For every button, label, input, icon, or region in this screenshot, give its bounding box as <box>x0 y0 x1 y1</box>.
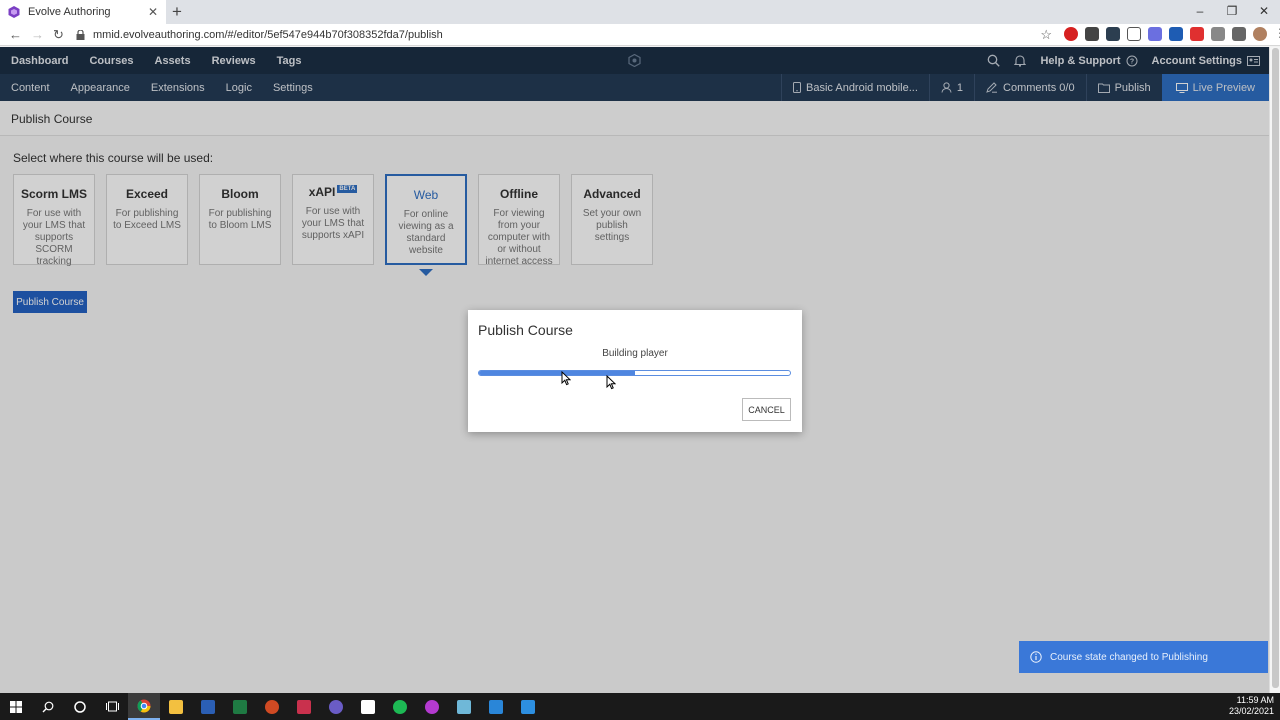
url-field[interactable]: mmid.evolveauthoring.com/#/editor/5ef547… <box>76 26 1066 44</box>
app-icon[interactable] <box>448 693 480 720</box>
cortana-icon[interactable] <box>64 693 96 720</box>
scrollbar-thumb[interactable] <box>1272 48 1279 688</box>
extension-icon[interactable] <box>1106 27 1120 41</box>
extensions-bar: ⋮ <box>1064 27 1280 41</box>
extension-icon[interactable] <box>1085 27 1099 41</box>
extension-icon[interactable] <box>1190 27 1204 41</box>
mouse-pointer-icon <box>606 375 616 390</box>
reload-icon[interactable]: ↻ <box>53 27 64 43</box>
windows-start-icon[interactable] <box>0 693 32 720</box>
extension-icon[interactable] <box>1211 27 1225 41</box>
restore-icon[interactable]: ❐ <box>1216 0 1248 24</box>
publish-modal: Publish Course Building player CANCEL <box>468 310 802 432</box>
forward-icon[interactable]: → <box>31 27 44 42</box>
cancel-button[interactable]: CANCEL <box>742 398 791 421</box>
powerpoint-icon[interactable] <box>256 693 288 720</box>
window-controls: – ❐ ✕ <box>1184 0 1280 24</box>
extension-icon[interactable] <box>1148 27 1162 41</box>
search-icon[interactable] <box>32 693 64 720</box>
spotify-icon[interactable] <box>384 693 416 720</box>
opera-extension-icon[interactable] <box>1064 27 1078 41</box>
status-toast: Course state changed to Publishing <box>1019 641 1268 673</box>
tab-title: Evolve Authoring <box>28 6 111 18</box>
address-bar: ← → ↻ mmid.evolveauthoring.com/#/editor/… <box>0 24 1280 46</box>
windows-taskbar: 11:59 AM 23/02/2021 <box>0 693 1280 720</box>
browser-tab-strip: Evolve Authoring ✕ + – ❐ ✕ <box>0 0 1280 24</box>
notion-icon[interactable] <box>352 693 384 720</box>
toast-message: Course state changed to Publishing <box>1050 651 1208 663</box>
info-icon <box>1030 651 1042 663</box>
tab-close-icon[interactable]: ✕ <box>148 5 158 19</box>
excel-icon[interactable] <box>224 693 256 720</box>
profile-avatar-icon[interactable] <box>1253 27 1267 41</box>
new-tab-icon[interactable]: + <box>172 2 182 22</box>
lock-icon <box>76 30 85 40</box>
clock-time: 11:59 AM <box>1236 695 1274 705</box>
app-icon[interactable] <box>320 693 352 720</box>
clock-date: 23/02/2021 <box>1228 706 1274 716</box>
mail-icon[interactable] <box>512 693 544 720</box>
calendar-icon[interactable] <box>480 693 512 720</box>
task-view-icon[interactable] <box>96 693 128 720</box>
word-icon[interactable] <box>192 693 224 720</box>
menu-kebab-icon[interactable]: ⋮ <box>1274 27 1280 41</box>
system-clock[interactable]: 11:59 AM 23/02/2021 <box>1229 695 1274 717</box>
chrome-taskbar-icon[interactable] <box>128 693 160 720</box>
extensions-puzzle-icon[interactable] <box>1232 27 1246 41</box>
minimize-icon[interactable]: – <box>1184 0 1216 24</box>
extension-icon[interactable] <box>1169 27 1183 41</box>
window-close-icon[interactable]: ✕ <box>1248 0 1280 24</box>
pocket-extension-icon[interactable] <box>1127 27 1141 41</box>
file-explorer-icon[interactable] <box>160 693 192 720</box>
back-icon[interactable]: ← <box>9 27 22 42</box>
modal-title: Publish Course <box>478 322 573 338</box>
snipping-tool-icon[interactable] <box>288 693 320 720</box>
mouse-pointer-icon <box>561 371 571 386</box>
url-text: mmid.evolveauthoring.com/#/editor/5ef547… <box>93 29 443 41</box>
modal-status-text: Building player <box>602 348 668 359</box>
progress-bar <box>478 370 791 376</box>
browser-tab[interactable]: Evolve Authoring ✕ <box>0 0 166 24</box>
app-icon[interactable] <box>416 693 448 720</box>
evolve-favicon-icon <box>8 6 20 18</box>
page-scrollbar[interactable] <box>1269 47 1280 693</box>
bookmark-star-icon[interactable]: ☆ <box>1040 27 1052 43</box>
